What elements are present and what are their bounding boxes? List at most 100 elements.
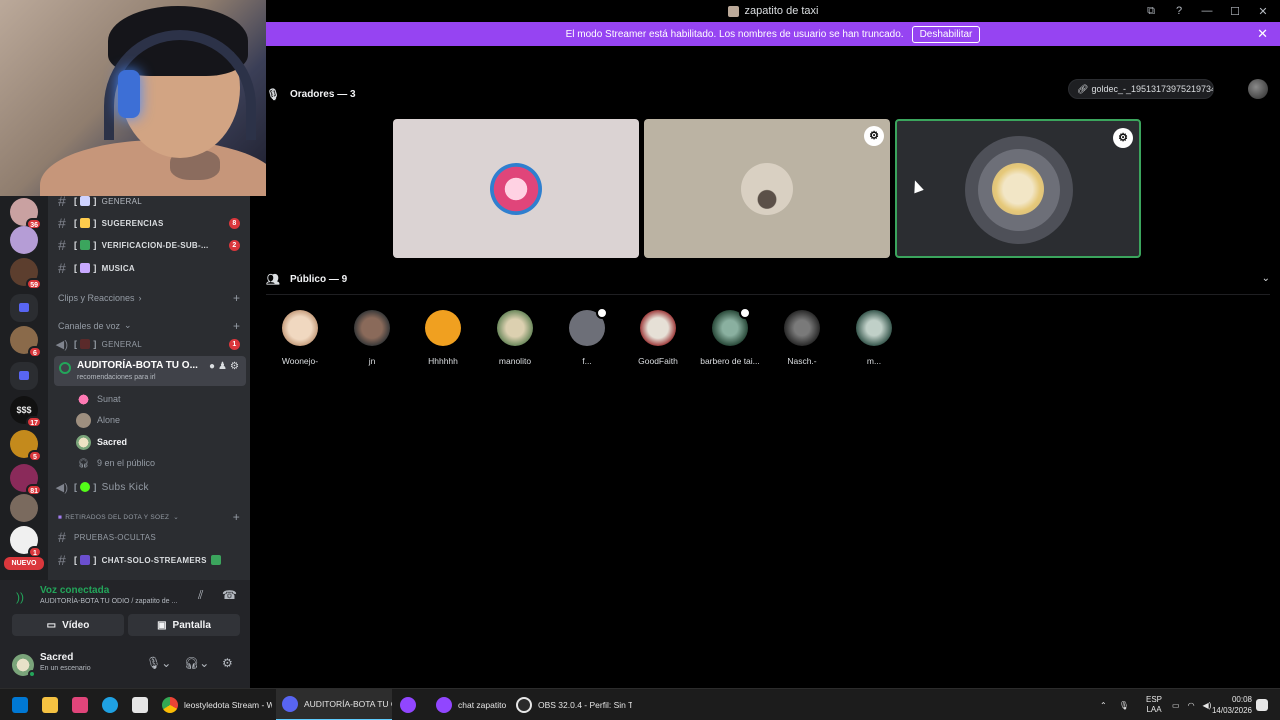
taskbar-app-chrome[interactable]: leostyledota Stream - W — [156, 689, 272, 720]
audience-member[interactable]: jn — [342, 310, 402, 366]
voice-user-alone[interactable]: Alone — [76, 410, 120, 430]
voice-user-sacred[interactable]: Sacred — [76, 432, 127, 452]
notification-icon[interactable] — [1256, 699, 1268, 711]
audience-name: jn — [368, 356, 376, 366]
voice-channel-subs-kick[interactable]: ◀) [ ] Subs Kick — [54, 477, 246, 497]
invite-text: goldec_-_19513173975219734... — [1091, 84, 1214, 94]
taskbar-app-twitch[interactable] — [398, 689, 422, 720]
voice-channel-general[interactable]: ◀) [ ] GENERAL 1 — [54, 334, 246, 354]
wifi-icon[interactable]: ◠ — [1188, 701, 1195, 710]
avatar — [76, 412, 91, 428]
category-retirados[interactable]: ■ RETIRADOS DEL DOTA Y SOEZ ⌄ + — [58, 510, 244, 524]
audience-name: barbero de tai... — [700, 356, 760, 366]
server-icon[interactable] — [10, 494, 38, 522]
disable-streamer-button[interactable]: Deshabilitar — [911, 25, 981, 43]
channel-general[interactable]: # [ ] GENERAL — [54, 196, 246, 211]
speaker-tile-sacred[interactable]: ⚙ — [895, 119, 1141, 258]
microphone-icon[interactable]: 🎙︎ — [1119, 701, 1129, 710]
server-icon[interactable]: 1 — [10, 526, 42, 558]
store-icon[interactable] — [132, 697, 148, 713]
avatar[interactable] — [1248, 79, 1268, 99]
screen-share-button[interactable]: ▣ Pantalla — [128, 614, 240, 636]
audience-header[interactable]: 👥︎ Público — 9 — [266, 273, 347, 286]
signal-icon[interactable]: )) — [16, 590, 24, 604]
folder-icon[interactable] — [10, 294, 38, 322]
inbox-icon[interactable]: ⧉ — [1144, 5, 1158, 18]
chevron-up-icon[interactable]: ⌃ — [1100, 701, 1107, 710]
avatar — [354, 310, 390, 346]
channel-pruebas-ocultas[interactable]: # PRUEBAS-OCULTAS — [54, 527, 246, 547]
channel-chat-solo-streamers[interactable]: # [ ] CHAT-SOLO-STREAMERS — [54, 550, 246, 570]
taskbar-app-discord[interactable]: AUDITORÍA-BOTA TU OI — [276, 689, 392, 720]
bracket: [ — [74, 196, 78, 206]
server-icon[interactable] — [10, 226, 38, 254]
chevron-down-icon[interactable]: ⌄ — [1262, 273, 1270, 284]
taskbar-app-obs[interactable]: OBS 32.0.4 - Perfil: Sin T — [512, 689, 632, 720]
server-icon[interactable]: 5 — [10, 430, 42, 462]
windows-start-icon[interactable] — [12, 697, 28, 713]
audience-member[interactable]: manolito — [485, 310, 545, 366]
active-voice-channel[interactable]: AUDITORÍA-BOTA TU O... recomendaciones p… — [54, 356, 246, 386]
network-icon[interactable]: ▭ — [1172, 701, 1180, 710]
hash-icon: # — [57, 552, 67, 568]
voice-connected-channel[interactable]: AUDITORÍA-BOTA TU ODIO / zapatito de ... — [40, 598, 177, 605]
copilot-icon[interactable] — [72, 697, 88, 713]
server-icon[interactable]: $$$ 17 — [10, 396, 42, 428]
audience-member[interactable]: f... — [557, 307, 617, 366]
category-label: Clips y Reacciones — [58, 293, 135, 303]
language-indicator[interactable]: ESP LAA — [1146, 689, 1162, 720]
gear-icon[interactable]: ⚙ — [222, 656, 233, 670]
category-voice[interactable]: Canales de voz ⌄ + — [58, 319, 244, 333]
channel-musica[interactable]: # [ ] MUSICA — [54, 258, 246, 278]
audience-member[interactable]: Hhhhhh — [413, 310, 473, 366]
avatar — [282, 310, 318, 346]
edge-icon[interactable] — [102, 697, 118, 713]
speaker-tile-sunat[interactable] — [393, 119, 639, 258]
channel-actions[interactable]: ●♟⚙ — [209, 361, 242, 372]
bracket: [ — [74, 240, 78, 250]
speaker-tile-alone[interactable]: ⚙ — [644, 119, 890, 258]
audience-member[interactable]: Nasch.- — [772, 310, 832, 366]
headphones-icon[interactable]: 🎧︎⌄ — [184, 656, 209, 670]
voice-user-sunat[interactable]: Sunat — [76, 389, 121, 409]
help-icon[interactable]: ? — [1172, 5, 1186, 17]
taskbar-app-label: AUDITORÍA-BOTA TU OI — [304, 699, 392, 709]
taskbar-app-label: leostyledota Stream - W — [184, 700, 272, 710]
add-channel-icon[interactable]: + — [233, 291, 240, 305]
chrome-icon — [162, 697, 178, 713]
channel-sugerencias[interactable]: # [ ] SUGERENCIAS 8 — [54, 213, 246, 233]
audience-member[interactable]: m... — [844, 310, 904, 366]
close-window-button[interactable]: ✕ — [1256, 5, 1270, 18]
noise-suppression-icon[interactable]: ⫽ — [198, 588, 203, 603]
video-button[interactable]: ▭ Vídeo — [12, 614, 124, 636]
stage-area: 🎙︎ Oradores — 3 🔗︎ goldec_-_195131739752… — [250, 46, 1280, 688]
hash-icon: # — [57, 529, 67, 545]
taskbar-app-chat[interactable]: chat zapatito — [432, 689, 512, 720]
audience-count[interactable]: 🎧︎ 9 en el público — [76, 453, 155, 473]
invite-chip[interactable]: 🔗︎ goldec_-_19513173975219734... — [1068, 79, 1214, 99]
disconnect-icon[interactable]: ☎ — [222, 588, 237, 602]
server-icon[interactable]: 59 — [10, 258, 42, 290]
user-panel: Sacred En un escenario 🎙︎⌄ 🎧︎⌄ ⚙ — [0, 646, 250, 688]
volume-icon[interactable]: ◀) — [1203, 701, 1212, 710]
server-icon[interactable]: 36 — [10, 198, 42, 230]
file-explorer-icon[interactable] — [42, 697, 58, 713]
channel-label: PRUEBAS-OCULTAS — [74, 532, 156, 542]
minimize-button[interactable]: — — [1200, 5, 1214, 17]
category-clips[interactable]: Clips y Reacciones › + — [58, 291, 244, 305]
audience-member[interactable]: barbero de tai... — [700, 307, 760, 366]
channel-verificacion[interactable]: # [ ] VERIFICACION-DE-SUB-... 2 — [54, 235, 246, 255]
banner-close-icon[interactable]: ✕ — [1257, 26, 1268, 42]
folder-icon[interactable] — [10, 362, 38, 390]
audience-member[interactable]: Woonejo- — [270, 310, 330, 366]
server-icon[interactable]: 81 — [10, 464, 42, 496]
clock[interactable]: 00:08 14/03/2026 — [1212, 694, 1252, 716]
microphone-icon[interactable]: 🎙︎⌄ — [146, 656, 171, 670]
server-icon[interactable]: 6 — [10, 326, 42, 358]
add-channel-icon[interactable]: + — [233, 510, 240, 524]
audience-member[interactable]: GoodFaith — [628, 310, 688, 366]
maximize-button[interactable]: ☐ — [1228, 5, 1242, 18]
screen-share-icon: ▣ — [157, 619, 167, 631]
add-channel-icon[interactable]: + — [233, 319, 240, 333]
webcam-overlay — [0, 0, 266, 196]
